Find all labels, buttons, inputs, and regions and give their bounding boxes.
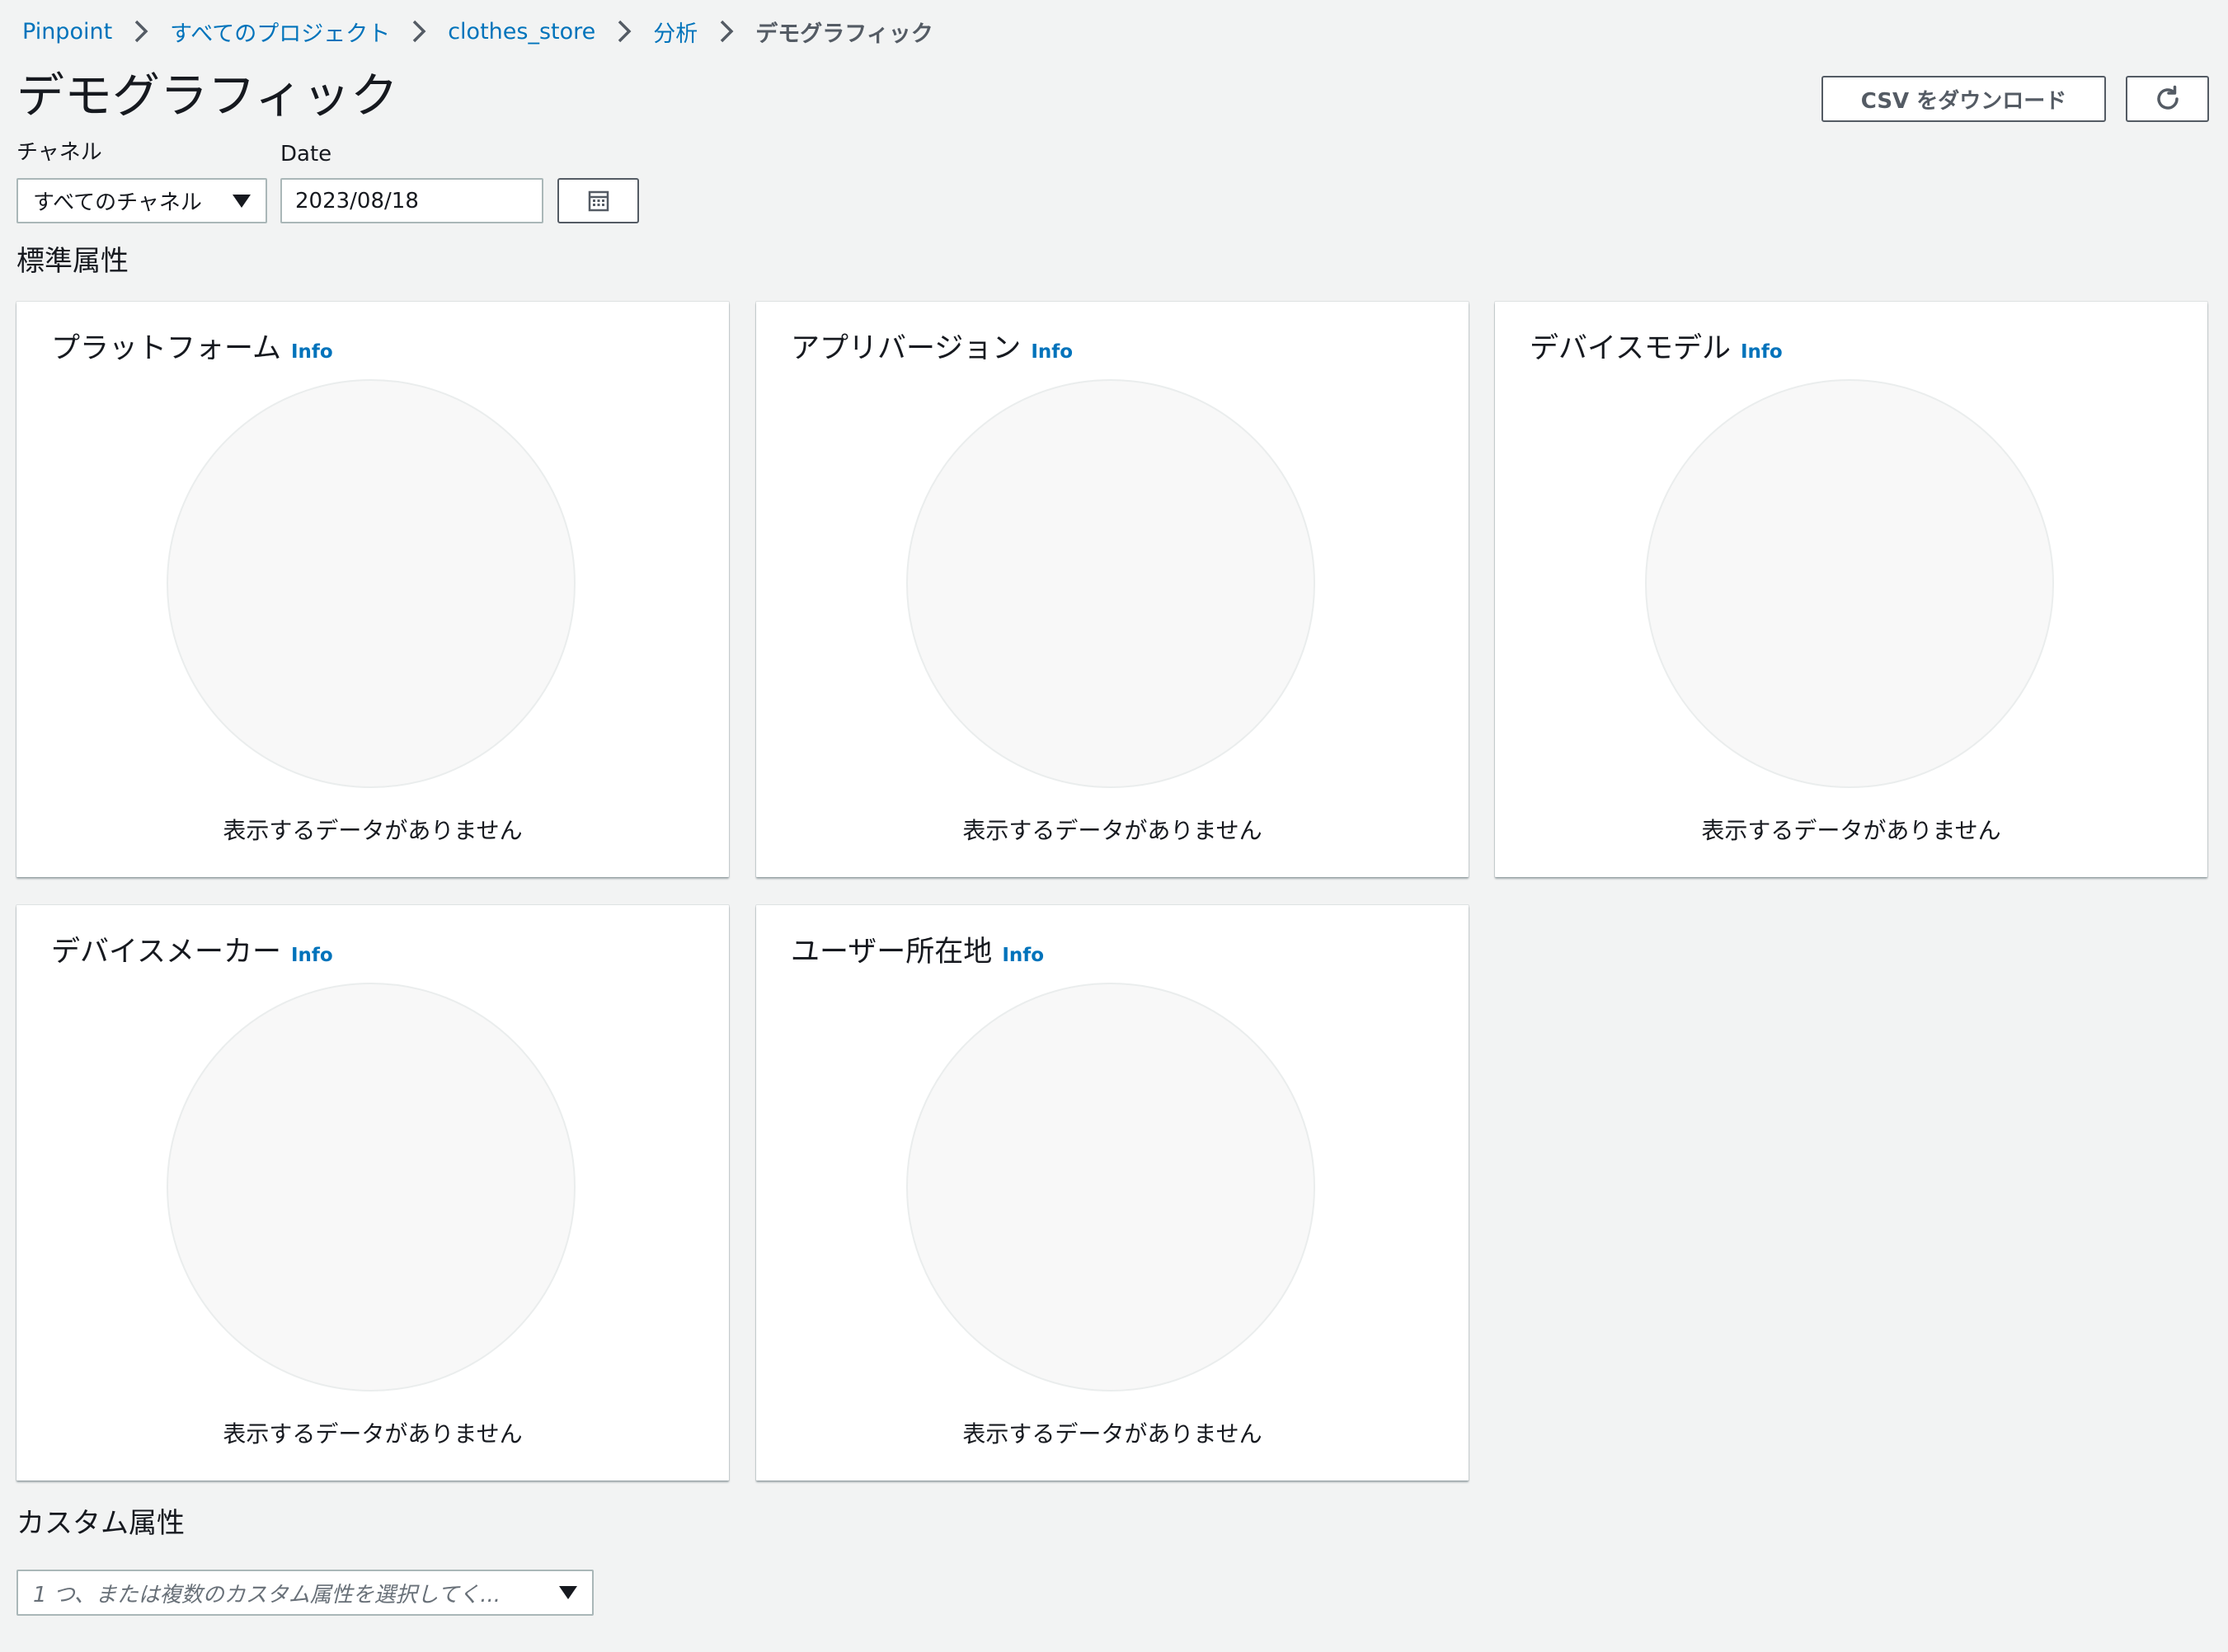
- app-version-card: アプリバージョン Info 表示するデータがありません: [756, 302, 1469, 877]
- no-data-message: 表示するデータがありません: [223, 817, 523, 844]
- date-label: Date: [280, 142, 332, 167]
- card-title: デバイスメーカー: [51, 936, 281, 969]
- card-header: デバイスメーカー Info: [51, 928, 333, 970]
- card-title: ユーザー所在地: [791, 936, 993, 969]
- card-title: プラットフォーム: [51, 332, 281, 365]
- breadcrumb-current: デモグラフィック: [755, 21, 933, 47]
- refresh-icon: [2156, 85, 2179, 110]
- breadcrumb-pinpoint[interactable]: Pinpoint: [22, 19, 112, 45]
- card-header: プラットフォーム Info: [51, 325, 333, 367]
- channel-select[interactable]: すべてのチャネル: [16, 178, 267, 223]
- calendar-icon: [588, 190, 609, 211]
- channel-select-value: すべてのチャネル: [33, 190, 202, 215]
- no-data-message: 表示するデータがありません: [962, 817, 1262, 844]
- chevron-right-icon: [721, 20, 734, 43]
- device-model-card: デバイスモデル Info 表示するデータがありません: [1495, 302, 2207, 877]
- page-title: デモグラフィック: [16, 68, 398, 124]
- breadcrumb-project[interactable]: clothes_store: [448, 19, 595, 45]
- card-header: デバイスモデル Info: [1530, 325, 1783, 367]
- no-data-message: 表示するデータがありません: [1701, 817, 2001, 844]
- platform-card: プラットフォーム Info 表示するデータがありません: [16, 302, 729, 877]
- chevron-right-icon: [618, 20, 632, 43]
- info-link[interactable]: Info: [291, 945, 333, 966]
- refresh-button[interactable]: [2126, 76, 2209, 122]
- info-link[interactable]: Info: [291, 341, 333, 363]
- card-title: デバイスモデル: [1530, 332, 1731, 365]
- chevron-right-icon: [412, 20, 426, 43]
- empty-pie-chart: [906, 983, 1315, 1392]
- card-title: アプリバージョン: [791, 332, 1022, 365]
- no-data-message: 表示するデータがありません: [223, 1420, 523, 1448]
- no-data-message: 表示するデータがありません: [962, 1420, 1262, 1448]
- custom-attributes-title: カスタム属性: [16, 1507, 185, 1540]
- breadcrumb-all-projects[interactable]: すべてのプロジェクト: [170, 16, 390, 48]
- empty-pie-chart: [906, 379, 1315, 788]
- empty-pie-chart: [1645, 379, 2054, 788]
- caret-down-icon: [233, 194, 251, 208]
- standard-attributes-title: 標準属性: [16, 245, 129, 278]
- custom-attributes-placeholder: 1 つ、または複数のカスタム属性を選択してく...: [33, 1582, 501, 1607]
- info-link[interactable]: Info: [1002, 945, 1044, 966]
- empty-pie-chart: [167, 983, 576, 1392]
- download-csv-label: CSV をダウンロード: [1860, 88, 2067, 114]
- channel-label: チャネル: [16, 140, 102, 165]
- card-header: アプリバージョン Info: [791, 325, 1073, 367]
- date-input[interactable]: [280, 178, 543, 223]
- empty-pie-chart: [167, 379, 576, 788]
- custom-attributes-select[interactable]: 1 つ、または複数のカスタム属性を選択してく...: [16, 1570, 594, 1616]
- breadcrumb: Pinpoint すべてのプロジェクト clothes_store 分析 デモグ…: [22, 15, 933, 48]
- calendar-button[interactable]: [557, 178, 639, 223]
- card-header: ユーザー所在地 Info: [791, 928, 1044, 970]
- user-location-card: ユーザー所在地 Info 表示するデータがありません: [756, 905, 1469, 1481]
- info-link[interactable]: Info: [1031, 341, 1073, 363]
- download-csv-button[interactable]: CSV をダウンロード: [1821, 76, 2106, 122]
- info-link[interactable]: Info: [1741, 341, 1783, 363]
- device-maker-card: デバイスメーカー Info 表示するデータがありません: [16, 905, 729, 1481]
- chevron-right-icon: [134, 20, 148, 43]
- caret-down-icon: [559, 1586, 577, 1599]
- breadcrumb-analytics[interactable]: 分析: [653, 16, 698, 48]
